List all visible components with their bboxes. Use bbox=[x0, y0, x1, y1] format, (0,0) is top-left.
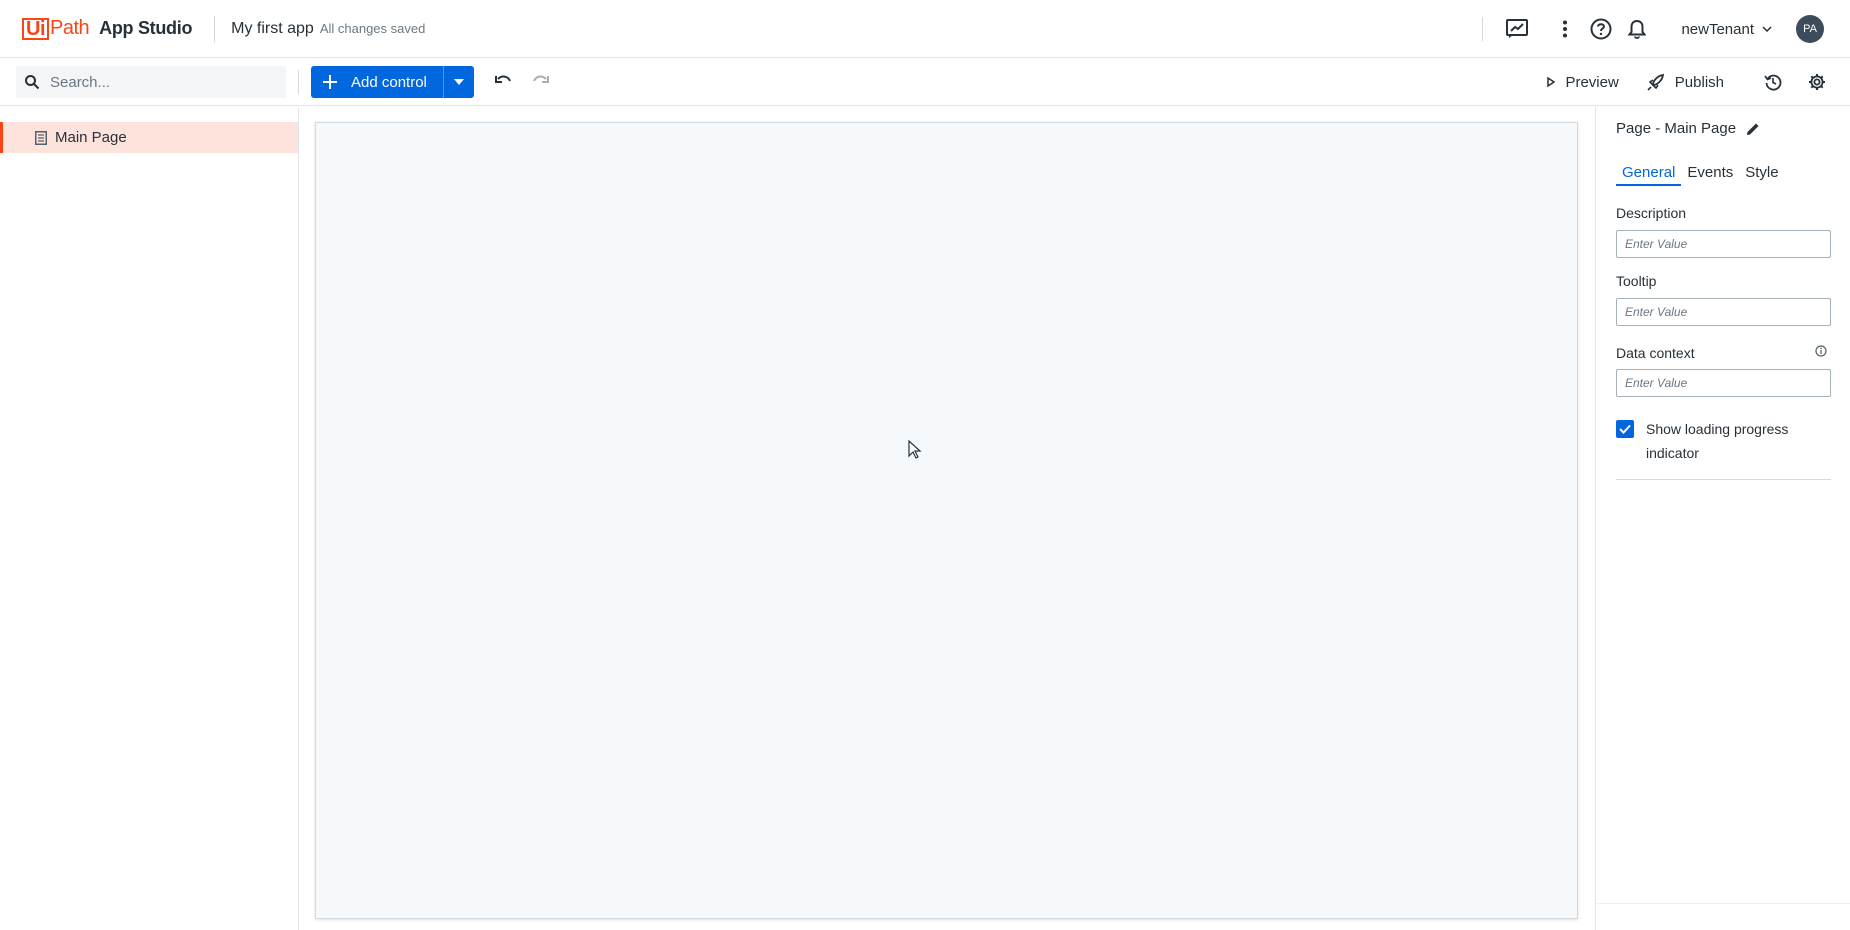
properties-bottom-divider bbox=[1596, 903, 1850, 904]
play-icon bbox=[1547, 77, 1556, 87]
chevron-down-icon bbox=[1762, 26, 1772, 32]
publish-button[interactable]: Publish bbox=[1647, 73, 1724, 91]
help-button[interactable] bbox=[1583, 11, 1619, 47]
logo-ui: Ui bbox=[22, 17, 49, 40]
feedback-button[interactable] bbox=[1499, 11, 1535, 47]
header-divider bbox=[214, 15, 216, 42]
editor-toolbar: Add control Preview bbox=[0, 58, 1850, 106]
loading-indicator-option: Show loading progress indicator bbox=[1616, 419, 1806, 465]
properties-tabs: General Events Style bbox=[1616, 164, 1785, 186]
description-input[interactable] bbox=[1625, 237, 1822, 251]
add-control-button[interactable]: Add control bbox=[311, 66, 443, 98]
undo-button[interactable] bbox=[492, 70, 514, 97]
uipath-logo[interactable]: Ui Path App Studio bbox=[22, 17, 192, 41]
tenant-picker[interactable]: newTenant bbox=[1681, 21, 1772, 38]
loading-indicator-checkbox[interactable] bbox=[1616, 420, 1634, 438]
save-status: All changes saved bbox=[319, 21, 426, 36]
undo-icon bbox=[495, 75, 511, 83]
page-tree-panel: Main Page bbox=[0, 107, 299, 930]
notifications-button[interactable] bbox=[1619, 11, 1655, 47]
toolbar-actions: Preview Publish bbox=[1547, 58, 1850, 106]
publish-label: Publish bbox=[1674, 73, 1724, 91]
redo-icon bbox=[533, 75, 549, 83]
data-context-field-box bbox=[1616, 369, 1831, 397]
add-control-split-button: Add control bbox=[311, 66, 474, 98]
app-name[interactable]: My first app bbox=[231, 20, 314, 38]
info-icon[interactable] bbox=[1815, 345, 1827, 357]
tree-item-label: Main Page bbox=[55, 129, 127, 146]
pencil-icon bbox=[1747, 123, 1759, 135]
preview-button[interactable]: Preview bbox=[1547, 73, 1619, 91]
redo-button[interactable] bbox=[530, 70, 552, 97]
tab-general[interactable]: General bbox=[1616, 164, 1682, 186]
feedback-icon bbox=[1506, 19, 1529, 38]
product-name: App Studio bbox=[99, 18, 193, 38]
header-actions: newTenant PA bbox=[1482, 0, 1850, 58]
bell-icon bbox=[1628, 19, 1647, 39]
preview-label: Preview bbox=[1565, 73, 1619, 91]
description-label: Description bbox=[1616, 205, 1687, 221]
loading-indicator-label: Show loading progress indicator bbox=[1646, 421, 1789, 461]
data-context-input[interactable] bbox=[1625, 376, 1822, 390]
history-icon bbox=[1764, 74, 1782, 91]
tab-events[interactable]: Events bbox=[1681, 164, 1739, 186]
tab-style[interactable]: Style bbox=[1739, 164, 1784, 186]
description-field-box bbox=[1616, 230, 1831, 258]
properties-panel: Page - Main Page General Events Style De… bbox=[1595, 107, 1850, 930]
search-input[interactable] bbox=[50, 73, 270, 91]
avatar[interactable]: PA bbox=[1796, 15, 1824, 43]
tooltip-label: Tooltip bbox=[1616, 273, 1657, 289]
caret-down-icon bbox=[453, 79, 464, 85]
properties-title: Page - Main Page bbox=[1616, 120, 1737, 137]
plus-icon bbox=[323, 75, 337, 89]
more-options-button[interactable] bbox=[1547, 11, 1583, 47]
rocket-icon bbox=[1647, 73, 1664, 91]
search-box bbox=[16, 66, 286, 98]
page-icon bbox=[35, 130, 47, 145]
check-icon bbox=[1619, 424, 1631, 434]
data-context-label: Data context bbox=[1616, 345, 1695, 361]
toolbar-divider bbox=[298, 70, 299, 94]
add-control-label: Add control bbox=[351, 73, 427, 91]
tree-item-main-page[interactable]: Main Page bbox=[0, 122, 298, 153]
logo-mark: Ui Path bbox=[22, 17, 90, 41]
help-icon bbox=[1590, 18, 1612, 40]
gear-icon bbox=[1809, 74, 1825, 90]
header-actions-divider bbox=[1482, 17, 1484, 41]
canvas-area bbox=[300, 107, 1595, 930]
mouse-cursor-icon bbox=[908, 440, 922, 459]
app-header: Ui Path App Studio My first app All chang… bbox=[0, 0, 1850, 58]
add-control-dropdown[interactable] bbox=[442, 66, 474, 98]
page-canvas[interactable] bbox=[315, 122, 1578, 919]
version-history-button[interactable] bbox=[1764, 73, 1782, 91]
tenant-name: newTenant bbox=[1681, 20, 1754, 38]
properties-divider bbox=[1616, 479, 1831, 480]
tooltip-field-box bbox=[1616, 298, 1831, 326]
settings-button[interactable] bbox=[1808, 73, 1826, 91]
tooltip-input[interactable] bbox=[1625, 305, 1822, 319]
rename-page-button[interactable] bbox=[1746, 122, 1760, 136]
properties-title-row: Page - Main Page bbox=[1616, 120, 1760, 137]
more-vert-icon bbox=[1563, 20, 1568, 38]
search-icon bbox=[25, 75, 40, 90]
logo-path: Path bbox=[50, 17, 90, 39]
